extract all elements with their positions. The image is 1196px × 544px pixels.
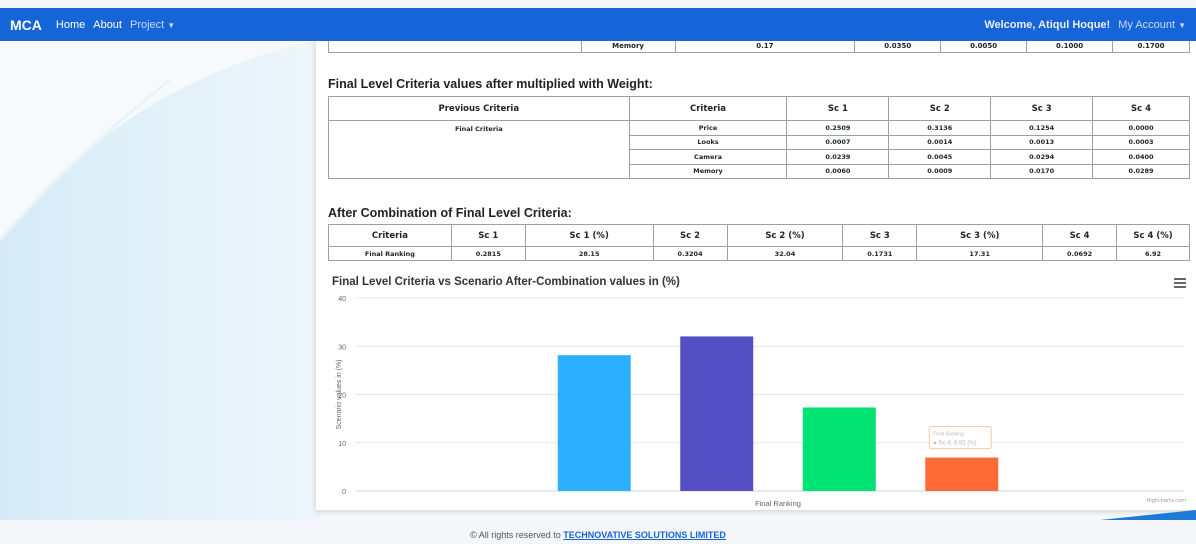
chevron-down-icon: ▼ — [167, 20, 176, 30]
table-cell: 0.3204 — [652, 246, 728, 261]
table-cell: 0.0239 — [786, 149, 890, 165]
column-header: Sc 2 — [652, 224, 728, 247]
bar-chart: Final Level Criteria vs Scenario After-C… — [316, 270, 1196, 510]
table-cell: Final Ranking — [328, 246, 452, 261]
nav-about-link[interactable]: About — [93, 19, 122, 31]
table-row: Final Ranking 0.2815 28.15 0.3204 32.04 … — [328, 246, 1190, 261]
column-header: Sc 3 — [990, 96, 1094, 121]
y-tick-label: 10 — [338, 441, 346, 448]
table-cell: 6.92 — [1116, 246, 1190, 261]
group-label-cell: Final Criteria — [328, 120, 630, 179]
table-cell: 17.31 — [916, 246, 1044, 261]
table-header-row: Criteria Sc 1 Sc 1 (%) Sc 2 Sc 2 (%) Sc … — [328, 224, 1190, 247]
column-header: Previous Criteria — [328, 96, 630, 121]
table-cell: 0.0692 — [1042, 246, 1118, 261]
tooltip-category: Final Ranking — [933, 432, 964, 438]
column-header: Sc 1 — [450, 224, 526, 247]
table-cell: 0.0289 — [1092, 163, 1190, 179]
table-cell: 0.1731 — [842, 246, 918, 261]
column-header: Sc 1 — [786, 96, 890, 121]
account-dropdown[interactable]: My Account ▼ — [1118, 19, 1186, 31]
table-cell: 0.0400 — [1092, 149, 1190, 165]
table-cell: 32.04 — [726, 246, 844, 261]
section-title-combination: After Combination of Final Level Criteri… — [328, 206, 572, 220]
nav-project-dropdown[interactable]: Project ▼ — [130, 19, 175, 31]
nav-right-group: Welcome, Atiqul Hoque! My Account ▼ — [984, 19, 1186, 31]
column-header: Sc 2 — [888, 96, 992, 121]
table-cell: Memory — [628, 163, 788, 179]
tooltip-value: ● Sc 4: 6.92 (%) — [933, 441, 976, 447]
table-header-row: Previous Criteria Criteria Sc 1 Sc 2 Sc … — [328, 96, 1190, 121]
column-header: Sc 1 (%) — [524, 224, 654, 247]
column-header: Criteria — [628, 96, 788, 121]
chart-credits[interactable]: Highcharts.com — [1147, 498, 1186, 504]
column-header: Criteria — [328, 224, 452, 247]
column-header: Sc 4 — [1042, 224, 1118, 247]
table-cell: Looks — [628, 134, 788, 150]
table-cell: 0.0060 — [786, 163, 890, 179]
main-content-card: Memory 0.17 0.0350 0.0050 0.1000 0.1700 … — [316, 38, 1196, 510]
table-cell: 0.0014 — [888, 134, 992, 150]
nav-project-label: Project — [129, 18, 165, 31]
table-cell: 0.0000 — [1092, 120, 1190, 136]
page-footer: © All rights reserved to TECHNOVATIVE SO… — [0, 530, 1196, 540]
x-category-label: Final Ranking — [755, 499, 801, 508]
table-cell: 0.3136 — [888, 120, 992, 136]
column-header: Sc 3 (%) — [916, 224, 1044, 247]
column-header: Sc 4 — [1092, 96, 1190, 121]
bar-sc-3 — [802, 407, 876, 491]
y-tick-label: 0 — [342, 489, 346, 496]
y-axis-label: Scenario values in (%) — [336, 359, 343, 429]
chevron-down-icon: ▼ — [1178, 20, 1186, 30]
company-link[interactable]: TECHNOVATIVE SOLUTIONS LIMITED — [563, 530, 726, 540]
table-cell: 0.0009 — [888, 163, 992, 179]
y-tick-label: 40 — [338, 296, 346, 303]
table-cell: 0.0045 — [888, 149, 992, 165]
table-cell: 0.0007 — [786, 134, 890, 150]
y-tick-label: 30 — [338, 344, 346, 351]
table-cell: 0.2815 — [450, 246, 526, 261]
nav-home-link[interactable]: Home — [56, 19, 85, 31]
table-cell: 0.1254 — [990, 120, 1094, 136]
table-cell: 0.2509 — [786, 120, 890, 136]
bar-sc-2 — [680, 336, 754, 491]
table-cell: 0.0013 — [990, 134, 1094, 150]
weighted-criteria-table: Previous Criteria Criteria Sc 1 Sc 2 Sc … — [328, 96, 1190, 179]
decorative-strip — [1100, 505, 1196, 520]
welcome-message: Welcome, Atiqul Hoque! — [984, 18, 1111, 31]
table-cell: Camera — [628, 149, 788, 165]
bar-sc-4 — [925, 457, 999, 491]
table-cell: 0.0170 — [990, 163, 1094, 179]
top-navbar: MCA Home About Project ▼ Welcome, Atiqul … — [0, 8, 1196, 41]
table-cell: 28.15 — [524, 246, 654, 261]
table-cell: 0.0003 — [1092, 134, 1190, 150]
column-header: Sc 3 — [842, 224, 918, 247]
column-header: Sc 2 (%) — [726, 224, 844, 247]
chart-svg: 010203040Scenario values in (%)Final Ran… — [336, 296, 1184, 508]
footer-text: © All rights reserved to — [470, 530, 564, 540]
bar-sc-1 — [557, 355, 631, 491]
table-cell: 0.0294 — [990, 149, 1094, 165]
section-title-weighted: Final Level Criteria values after multip… — [328, 77, 653, 91]
combination-table: Criteria Sc 1 Sc 1 (%) Sc 2 Sc 2 (%) Sc … — [328, 224, 1190, 261]
brand-logo[interactable]: MCA — [10, 17, 42, 33]
column-header: Sc 4 (%) — [1116, 224, 1190, 247]
table-row: Final Criteria Price 0.2509 0.3136 0.125… — [328, 120, 1190, 179]
account-label: My Account — [1118, 18, 1176, 31]
table-cell: Price — [628, 120, 788, 136]
